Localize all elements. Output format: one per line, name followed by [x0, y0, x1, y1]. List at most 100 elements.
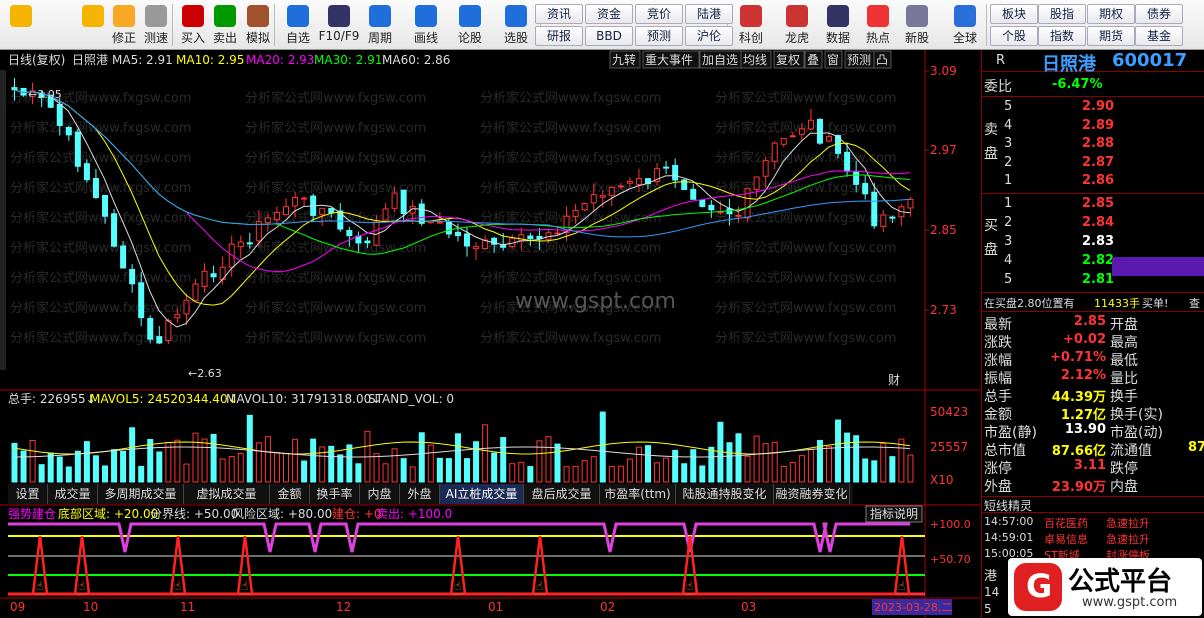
- left-edge: [0, 70, 6, 370]
- discuss-button[interactable]: 论股: [451, 2, 489, 48]
- stat-value-8: 3.11: [1073, 458, 1106, 473]
- market-button-6[interactable]: 期货: [1087, 26, 1135, 46]
- star-icon: [287, 5, 309, 27]
- draw-button[interactable]: 画线: [408, 2, 444, 48]
- market-button-1[interactable]: 股指: [1038, 4, 1086, 24]
- ipo-button[interactable]: 新股: [900, 2, 934, 48]
- watermark-text: 分析家公式网www.fxgsw.com: [715, 300, 896, 316]
- volume-bar: [427, 444, 434, 483]
- quick-button-1[interactable]: 资金: [585, 4, 633, 24]
- tab-6[interactable]: 内盘: [360, 484, 400, 504]
- volume-bar: [871, 460, 878, 483]
- f10-button[interactable]: F10/F9: [318, 2, 360, 48]
- quick-button-4[interactable]: 研报: [535, 26, 583, 46]
- tool-7[interactable]: 预测: [847, 53, 871, 67]
- volume-bar: [473, 441, 480, 483]
- tab-11[interactable]: 陆股通持股变化: [676, 484, 774, 504]
- candle-body: [364, 240, 371, 244]
- tab-5[interactable]: 换手率: [310, 484, 360, 504]
- stat-label2-2: 最低: [1110, 353, 1138, 369]
- volume-bar: [708, 446, 715, 483]
- volume-bar: [798, 455, 805, 483]
- price-tick-3: 2.73: [930, 303, 957, 317]
- fortune-button[interactable]: 科创: [733, 2, 769, 48]
- volume-bar: [301, 460, 308, 483]
- volume-bar: [418, 432, 425, 483]
- volume-bar: [491, 452, 498, 483]
- quick-button-2[interactable]: 竞价: [635, 4, 683, 24]
- sell-button[interactable]: 卖出: [210, 2, 240, 48]
- volume-bar: [807, 448, 814, 483]
- tool-0[interactable]: 九转: [612, 52, 636, 67]
- candle-body: [626, 180, 633, 184]
- tool-5[interactable]: 叠: [807, 53, 819, 67]
- candle-body: [56, 103, 63, 126]
- volume-bar: [192, 432, 199, 483]
- dragon-button[interactable]: 龙虎: [779, 2, 815, 48]
- market-button-2[interactable]: 期权: [1087, 4, 1135, 24]
- volume-bar: [400, 458, 407, 483]
- quick-button-6[interactable]: 预测: [635, 26, 683, 46]
- buy-level-1: 2: [1004, 215, 1013, 230]
- volume-bar: [346, 444, 353, 483]
- stat-label-8: 涨停: [984, 461, 1012, 477]
- hot-button[interactable]: 热点: [863, 2, 893, 48]
- quick-button-3[interactable]: 陆港: [685, 4, 733, 24]
- market-button-3[interactable]: 债券: [1135, 4, 1183, 24]
- sell-level-2: 3: [1004, 136, 1013, 151]
- market-button-7[interactable]: 基金: [1135, 26, 1183, 46]
- volume-bar: [373, 453, 380, 483]
- tool-2[interactable]: 加自选: [702, 53, 738, 67]
- tab-2[interactable]: 多周期成交量: [98, 484, 184, 504]
- market-button-0[interactable]: 板块: [990, 4, 1038, 24]
- tab-0[interactable]: 设置: [8, 484, 48, 504]
- tool-8[interactable]: 凸: [876, 53, 888, 67]
- tool-4[interactable]: 复权: [776, 53, 800, 67]
- tool-3[interactable]: 均线: [743, 53, 767, 67]
- stat-label2-5: 换手(实): [1110, 407, 1163, 423]
- quick-button-5[interactable]: BBD: [585, 26, 633, 46]
- tab-12[interactable]: 融资融券变化: [774, 484, 850, 504]
- select-button[interactable]: 选股: [497, 2, 535, 48]
- volume-bar: [292, 438, 299, 483]
- watermark-text: 分析家公式网www.fxgsw.com: [10, 330, 191, 346]
- test-button[interactable]: 测速: [140, 2, 172, 48]
- fix-button[interactable]: 修正: [108, 2, 140, 48]
- volume-bar: [762, 443, 769, 483]
- watermark-main: www.gspt.com: [515, 289, 676, 314]
- indicator-help-label[interactable]: 指标说明: [870, 506, 918, 521]
- volume-bar: [617, 465, 624, 483]
- period-button[interactable]: 周期: [362, 2, 398, 48]
- volume-bar: [771, 441, 778, 483]
- tab-9[interactable]: 盘后成交量: [524, 484, 600, 504]
- tab-7[interactable]: 外盘: [400, 484, 440, 504]
- simulate-button[interactable]: 模拟: [242, 2, 274, 48]
- tab-4[interactable]: 金额: [270, 484, 310, 504]
- tool-6[interactable]: 窗: [827, 53, 839, 67]
- tool-1[interactable]: 重大事件: [645, 53, 693, 67]
- quote-panel: R 日照港 600017 委比 -6.47% 卖盘 5 2.90 4 2.89 3 2.88 2 2…: [981, 50, 1204, 618]
- quick-button-0[interactable]: 资讯: [535, 4, 583, 24]
- favorite-button[interactable]: 自选: [282, 2, 314, 48]
- global-button[interactable]: 全球: [946, 2, 984, 48]
- back-button[interactable]: [0, 2, 42, 48]
- volume-bar: [880, 442, 887, 483]
- quick-button-7[interactable]: 沪伦: [685, 26, 733, 46]
- buy-button[interactable]: 买入: [178, 2, 208, 48]
- tab-10[interactable]: 市盈率(ttm): [600, 484, 676, 504]
- up-button[interactable]: [80, 2, 106, 48]
- tab-1[interactable]: 成交量: [48, 484, 98, 504]
- tab-3[interactable]: 虚拟成交量: [184, 484, 270, 504]
- market-button-4[interactable]: 个股: [990, 26, 1038, 46]
- candle-body: [273, 211, 280, 221]
- watermark-text: 分析家公式网www.fxgsw.com: [715, 270, 896, 286]
- volume-bar: [65, 466, 72, 483]
- market-button-5[interactable]: 指数: [1038, 26, 1086, 46]
- stat-label-3: 振幅: [984, 371, 1012, 387]
- data-button[interactable]: 数据: [819, 2, 857, 48]
- kline-chart[interactable]: 日线(复权) 日照港 MA5: 2.91 MA10: 2.95 MA20: 2.93 MA…: [0, 50, 980, 618]
- tab-8[interactable]: AI立桩成交量: [440, 484, 524, 504]
- watermark-text: 分析家公式网www.fxgsw.com: [245, 90, 426, 106]
- sell-icon: [214, 5, 236, 27]
- candle-body: [862, 183, 869, 195]
